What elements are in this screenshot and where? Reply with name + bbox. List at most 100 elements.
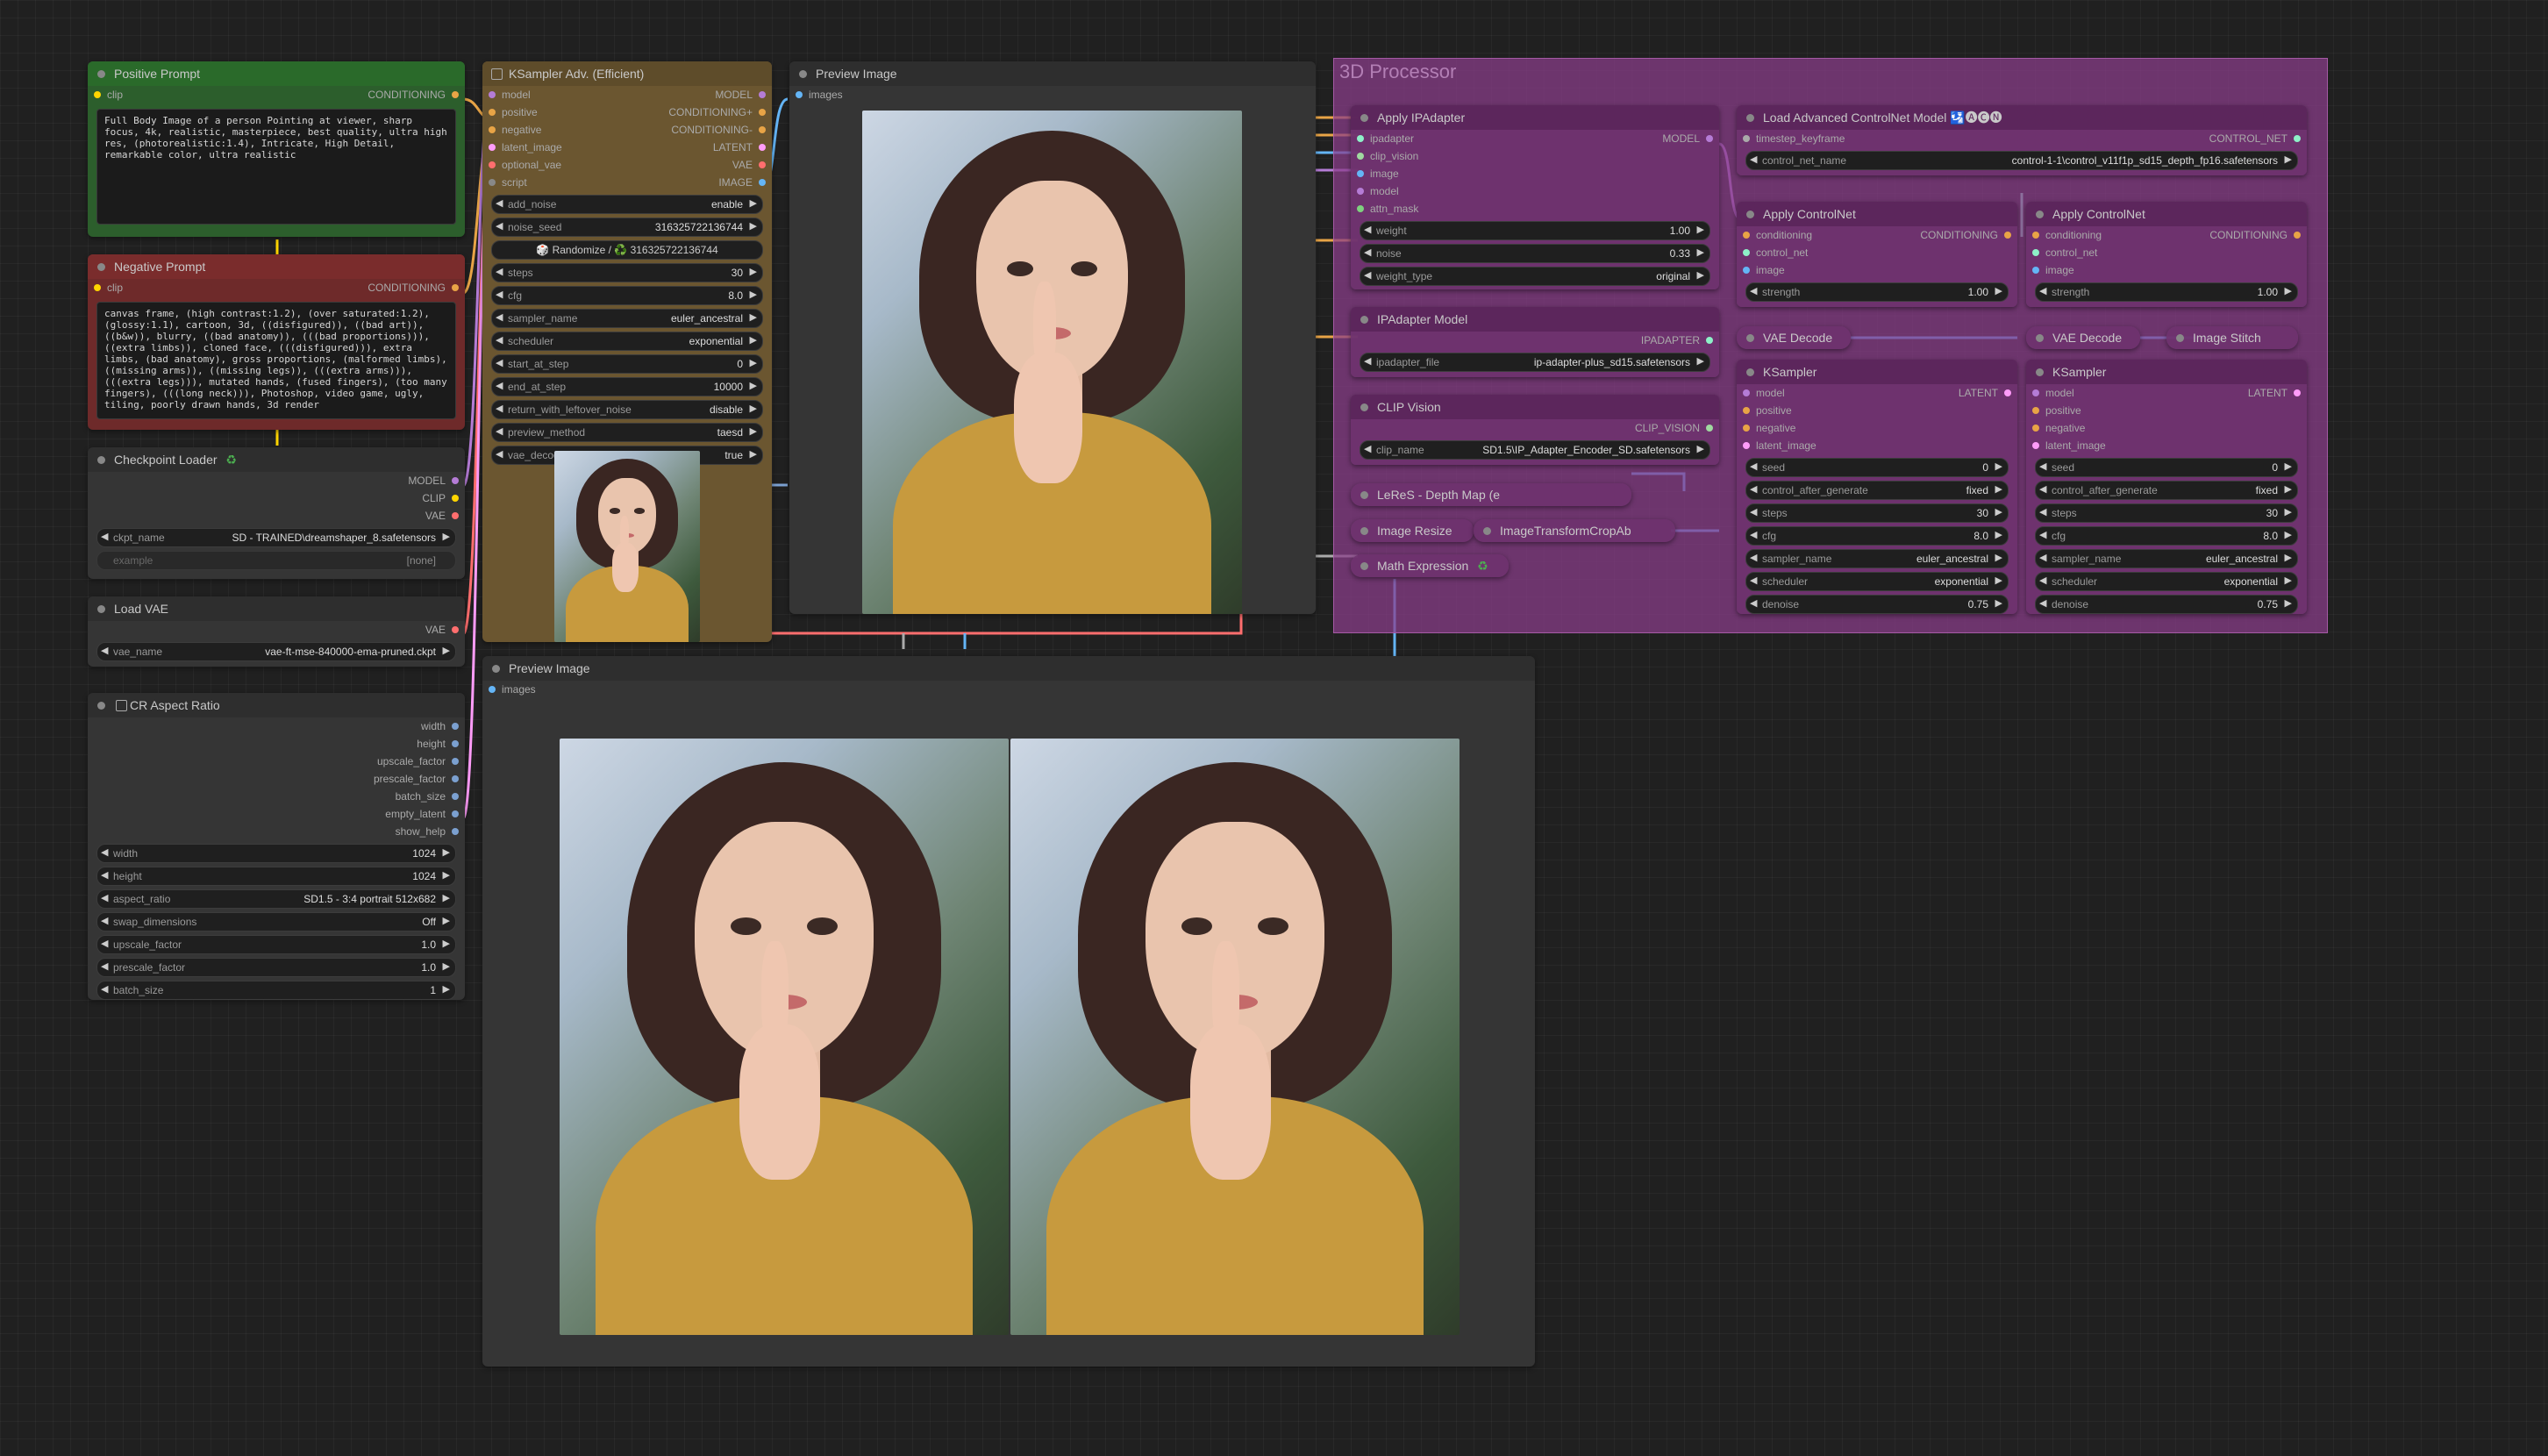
clip-input-slot[interactable]: [94, 91, 101, 98]
arrow-right-icon[interactable]: ▶: [2285, 153, 2292, 165]
arrow-right-icon[interactable]: ▶: [1697, 443, 1704, 454]
output-slot[interactable]: [759, 179, 766, 186]
arrow-right-icon[interactable]: ▶: [2285, 552, 2292, 563]
ksampler-2-node[interactable]: KSampler model LATENT positive negative late…: [2026, 360, 2307, 614]
arrow-right-icon[interactable]: ▶: [750, 334, 757, 346]
widget-control[interactable]: ◀ height 1024 ▶: [96, 867, 456, 886]
widget-control[interactable]: ◀ aspect_ratio SD1.5 - 3:4 portrait 512x68…: [96, 889, 456, 909]
output-slot[interactable]: [759, 109, 766, 116]
arrow-right-icon[interactable]: ▶: [750, 357, 757, 368]
arrow-right-icon[interactable]: ▶: [1697, 224, 1704, 235]
widget-control[interactable]: ◀ width 1024 ▶: [96, 844, 456, 863]
widget-control[interactable]: ◀ start_at_step 0 ▶: [491, 354, 763, 374]
arrow-right-icon[interactable]: ▶: [750, 403, 757, 414]
arrow-left-icon[interactable]: ◀: [2039, 506, 2046, 517]
images-input-slot[interactable]: [796, 91, 803, 98]
arrow-left-icon[interactable]: ◀: [101, 846, 108, 858]
collapse-dot-icon[interactable]: [1360, 491, 1368, 499]
input-slot[interactable]: [2032, 249, 2039, 256]
widget-control[interactable]: ◀ control_after_generate fixed ▶: [1745, 481, 2009, 500]
negative-prompt-node[interactable]: Negative Prompt clip CONDITIONING canvas…: [88, 254, 465, 430]
preview-image-top-node[interactable]: Preview Image images: [789, 61, 1316, 614]
arrow-left-icon[interactable]: ◀: [101, 938, 108, 949]
ipadapter-output-slot[interactable]: [1706, 337, 1713, 344]
widget-control[interactable]: ◀ end_at_step 10000 ▶: [491, 377, 763, 396]
output-slot[interactable]: [452, 775, 459, 782]
input-slot[interactable]: [1743, 232, 1750, 239]
arrow-left-icon[interactable]: ◀: [101, 983, 108, 995]
widget-control[interactable]: ◀ scheduler exponential ▶: [1745, 572, 2009, 591]
output-slot[interactable]: [759, 126, 766, 133]
control-net-output-slot[interactable]: [2294, 135, 2301, 142]
ksampler-1-node[interactable]: KSampler model LATENT positive negative late…: [1737, 360, 2017, 614]
output-slot[interactable]: [452, 793, 459, 800]
cr-aspect-ratio-node[interactable]: CR Aspect Ratio width height upscale_facto…: [88, 693, 465, 1000]
image-transform-node[interactable]: ImageTransformCropAb: [1474, 519, 1675, 542]
widget-control[interactable]: ◀ denoise 0.75 ▶: [1745, 595, 2009, 614]
vae-name-combo[interactable]: ◀ vae_name vae-ft-mse-840000-ema-pruned.…: [96, 642, 456, 661]
output-slot[interactable]: [759, 91, 766, 98]
arrow-left-icon[interactable]: ◀: [1750, 552, 1757, 563]
arrow-left-icon[interactable]: ◀: [496, 425, 503, 437]
arrow-left-icon[interactable]: ◀: [101, 869, 108, 881]
arrow-right-icon[interactable]: ▶: [750, 289, 757, 300]
arrow-right-icon[interactable]: ▶: [2285, 285, 2292, 296]
arrow-left-icon[interactable]: ◀: [496, 197, 503, 209]
output-slot[interactable]: [452, 723, 459, 730]
arrow-right-icon[interactable]: ▶: [750, 266, 757, 277]
ipadapter-file-combo[interactable]: ◀ ipadapter_file ip-adapter-plus_sd15.sa…: [1360, 353, 1710, 372]
arrow-right-icon[interactable]: ▶: [2285, 597, 2292, 609]
images-input-slot[interactable]: [489, 686, 496, 693]
vae-output-slot[interactable]: [452, 512, 459, 519]
input-slot[interactable]: [1743, 425, 1750, 432]
arrow-right-icon[interactable]: ▶: [1995, 597, 2002, 609]
widget-control[interactable]: ◀ weight 1.00 ▶: [1360, 221, 1710, 240]
widget-control[interactable]: ◀ steps 30 ▶: [2035, 503, 2298, 523]
output-slot[interactable]: [452, 828, 459, 835]
apply-controlnet-1-node[interactable]: Apply ControlNet conditioning CONDITIONIN…: [1737, 202, 2017, 307]
image-resize-node[interactable]: Image Resize: [1351, 519, 1474, 542]
widget-control[interactable]: ◀ add_noise enable ▶: [491, 195, 763, 214]
conditioning-output-slot[interactable]: [452, 284, 459, 291]
input-slot[interactable]: [1743, 249, 1750, 256]
positive-prompt-text[interactable]: Full Body Image of a person Pointing at …: [96, 109, 456, 225]
collapse-dot-icon[interactable]: [97, 70, 105, 78]
negative-prompt-text[interactable]: canvas frame, (high contrast:1.2), (over…: [96, 302, 456, 419]
output-slot[interactable]: [2004, 389, 2011, 396]
example-combo[interactable]: example [none]: [96, 551, 456, 570]
collapse-dot-icon[interactable]: [1746, 368, 1754, 376]
image-stitch-node[interactable]: Image Stitch: [2166, 326, 2298, 349]
input-slot[interactable]: [2032, 442, 2039, 449]
collapse-dot-icon[interactable]: [2036, 334, 2044, 342]
load-vae-node[interactable]: Load VAE VAE ◀ vae_name vae-ft-mse-84000…: [88, 596, 465, 667]
arrow-right-icon[interactable]: ▶: [443, 645, 450, 656]
output-slot[interactable]: [759, 161, 766, 168]
arrow-left-icon[interactable]: ◀: [1750, 575, 1757, 586]
output-slot[interactable]: [452, 740, 459, 747]
strength-widget[interactable]: ◀ strength 1.00 ▶: [1745, 282, 2009, 302]
widget-control[interactable]: ◀ preview_method taesd ▶: [491, 423, 763, 442]
strength-widget[interactable]: ◀ strength 1.00 ▶: [2035, 282, 2298, 302]
arrow-right-icon[interactable]: ▶: [2285, 575, 2292, 586]
widget-control[interactable]: ◀ steps 30 ▶: [491, 263, 763, 282]
arrow-left-icon[interactable]: ◀: [1750, 153, 1757, 165]
arrow-right-icon[interactable]: ▶: [443, 960, 450, 972]
arrow-right-icon[interactable]: ▶: [1697, 269, 1704, 281]
input-slot[interactable]: [489, 91, 496, 98]
arrow-left-icon[interactable]: ◀: [2039, 597, 2046, 609]
math-expression-node[interactable]: Math Expression ♻: [1351, 554, 1509, 577]
input-slot[interactable]: [489, 109, 496, 116]
arrow-left-icon[interactable]: ◀: [496, 311, 503, 323]
arrow-right-icon[interactable]: ▶: [750, 197, 757, 209]
widget-control[interactable]: ◀ sampler_name euler_ancestral ▶: [1745, 549, 2009, 568]
arrow-right-icon[interactable]: ▶: [443, 531, 450, 542]
collapse-dot-icon[interactable]: [1360, 527, 1368, 535]
widget-control[interactable]: ◀ cfg 8.0 ▶: [1745, 526, 2009, 546]
collapse-dot-icon[interactable]: [97, 702, 105, 710]
widget-control[interactable]: ◀ scheduler exponential ▶: [491, 332, 763, 351]
arrow-left-icon[interactable]: ◀: [1750, 597, 1757, 609]
widget-control[interactable]: ◀ sampler_name euler_ancestral ▶: [2035, 549, 2298, 568]
arrow-right-icon[interactable]: ▶: [443, 846, 450, 858]
input-slot[interactable]: [1357, 205, 1364, 212]
arrow-right-icon[interactable]: ▶: [1995, 575, 2002, 586]
